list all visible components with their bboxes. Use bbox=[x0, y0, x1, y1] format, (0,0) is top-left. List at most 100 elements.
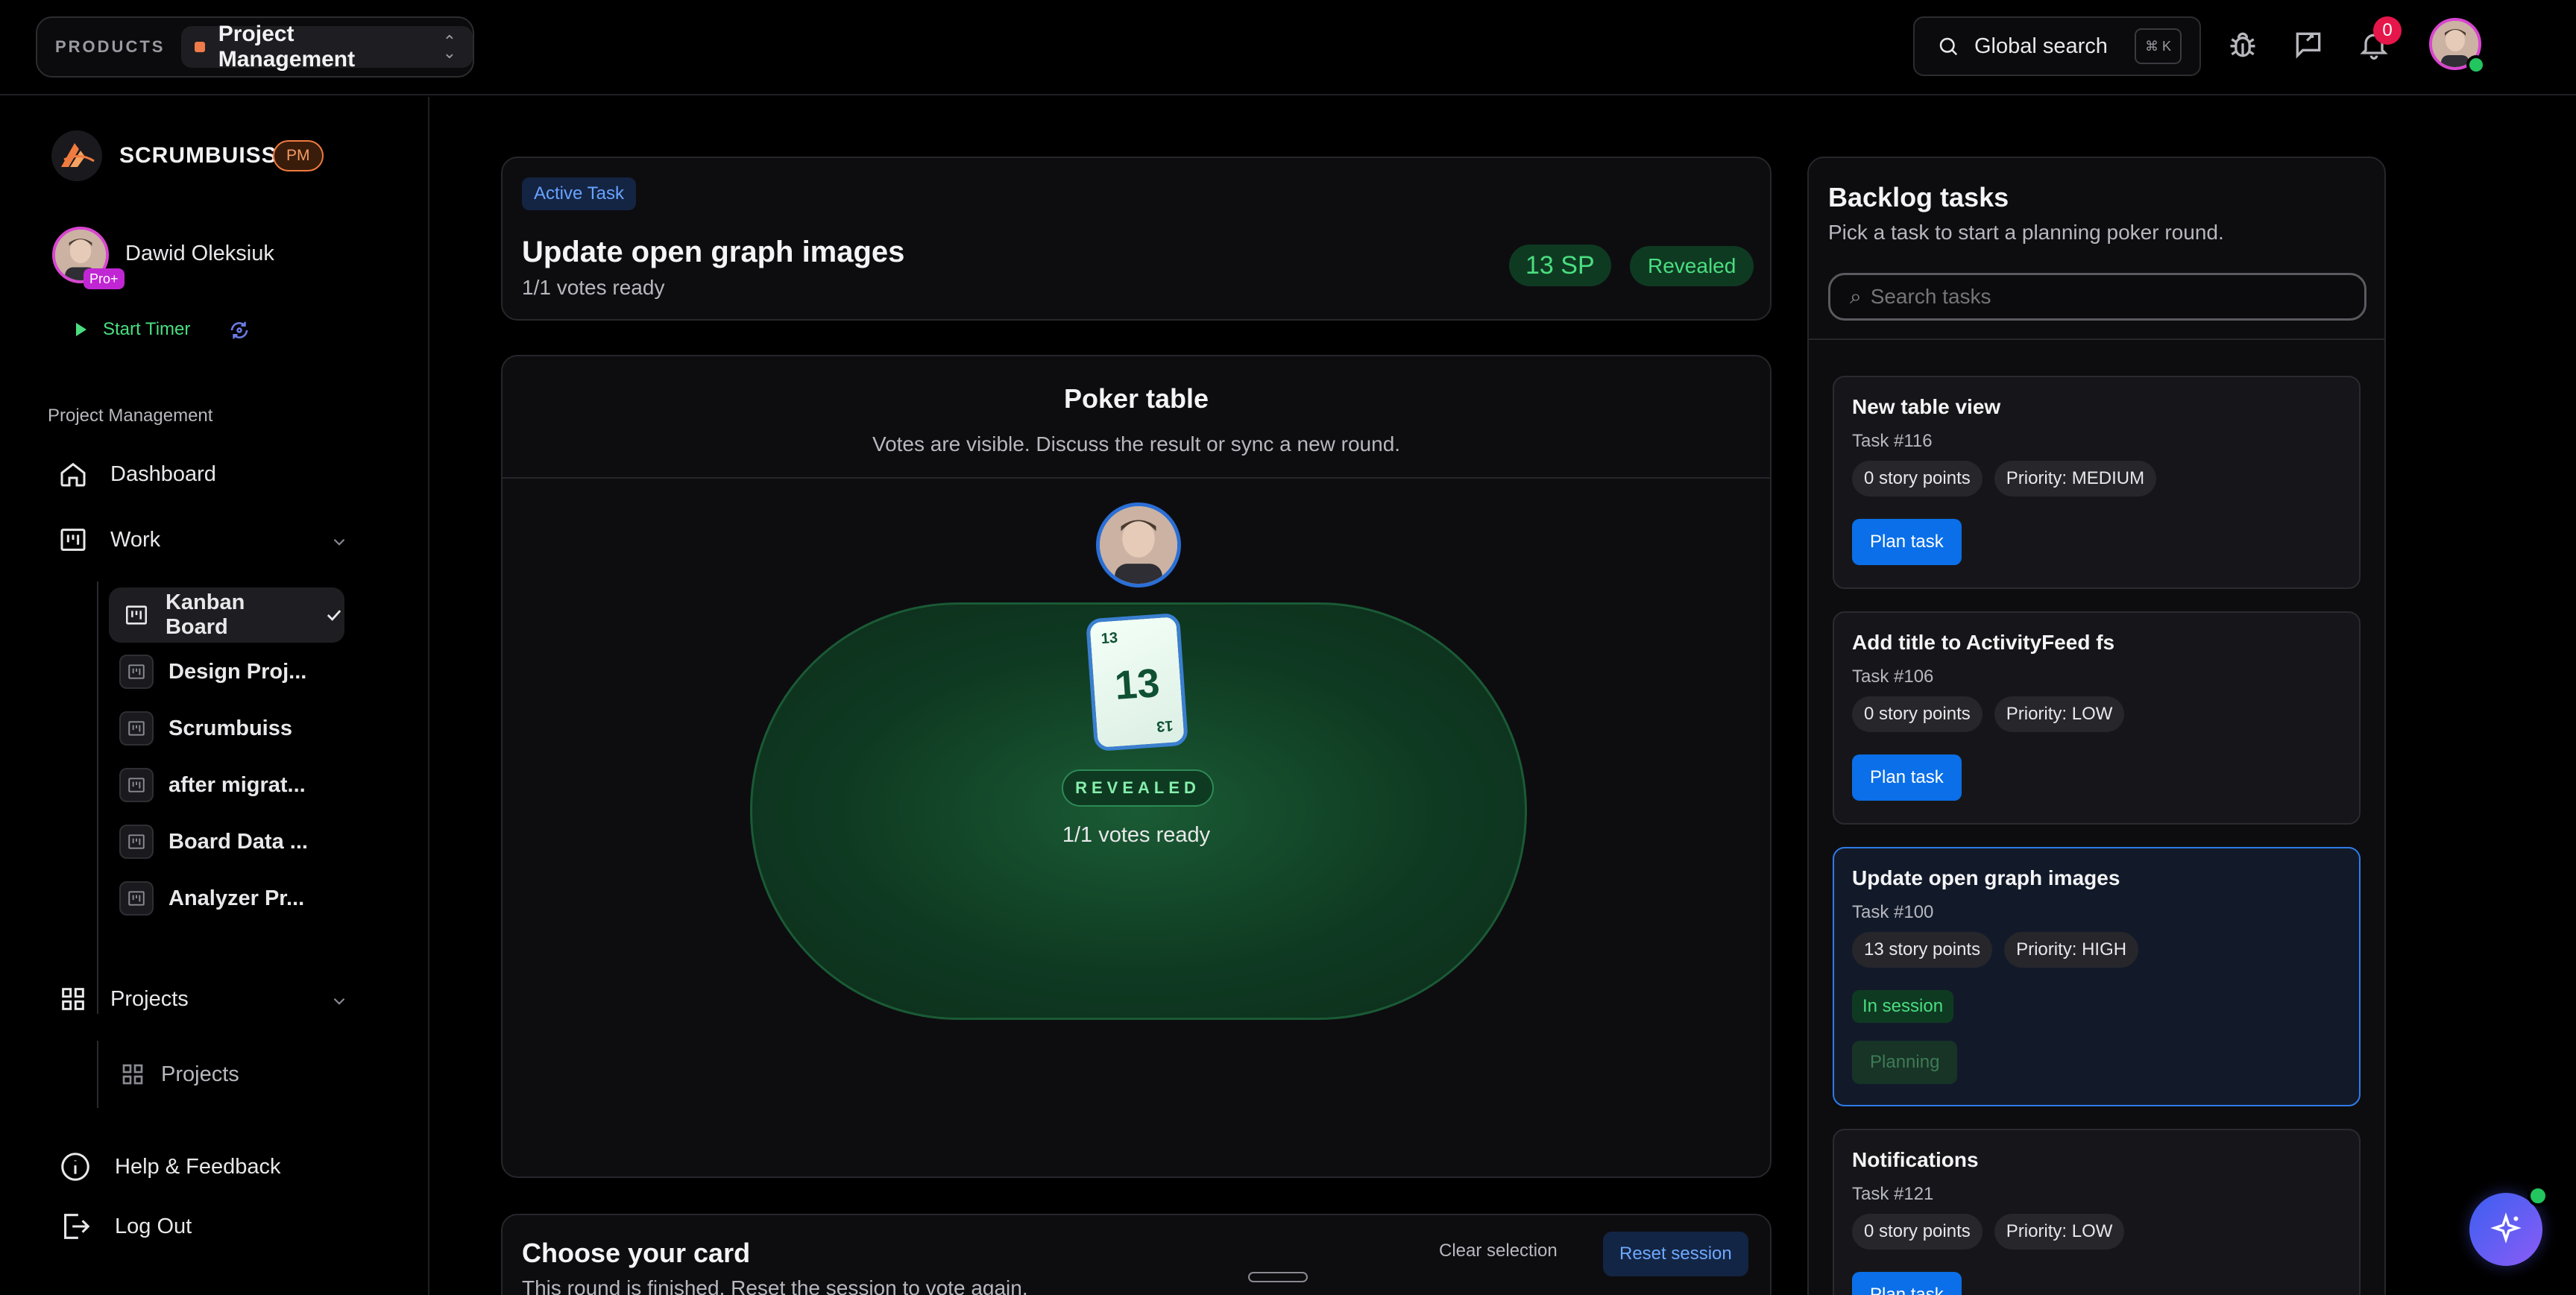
story-points-tag: 13 story points bbox=[1852, 932, 1993, 968]
brand-logo-icon bbox=[51, 130, 102, 181]
avatar-face-icon bbox=[1100, 506, 1177, 584]
plan-task-button[interactable]: Plan task bbox=[1852, 754, 1962, 801]
nav-work[interactable]: Work bbox=[58, 525, 160, 555]
plan-badge: Pro+ bbox=[84, 268, 125, 289]
backlog-search[interactable]: ⌕ bbox=[1828, 273, 2366, 321]
backlog-task-card[interactable]: New table view Task #116 0 story points … bbox=[1833, 376, 2361, 589]
sidebar-item-after-migration[interactable]: after migrat... bbox=[109, 757, 306, 813]
nav-help-feedback[interactable]: Help & Feedback bbox=[58, 1150, 280, 1184]
nav-projects[interactable]: Projects bbox=[58, 984, 189, 1014]
sidebar-item-kanban-board[interactable]: Kanban Board bbox=[109, 587, 344, 643]
sparkle-icon bbox=[2490, 1212, 2522, 1244]
nav-logout-label: Log Out bbox=[115, 1214, 192, 1238]
plan-task-button[interactable]: Plan task bbox=[1852, 1272, 1962, 1295]
home-icon bbox=[60, 462, 86, 487]
poker-table-subtitle: Votes are visible. Discuss the result or… bbox=[872, 432, 1401, 456]
sync-icon[interactable] bbox=[228, 319, 251, 341]
priority-tag: Priority: LOW bbox=[1994, 696, 2125, 732]
priority-tag: Priority: HIGH bbox=[2004, 932, 2139, 968]
tree-guide-line bbox=[97, 582, 98, 1014]
clear-selection-button[interactable]: Clear selection bbox=[1439, 1241, 1558, 1261]
active-task-title: Update open graph images bbox=[522, 236, 905, 268]
status-badge: Revealed bbox=[1630, 246, 1754, 286]
assistant-status-dot bbox=[2528, 1185, 2548, 1206]
sidebar-item-scrumbuiss[interactable]: Scrumbuiss bbox=[109, 701, 292, 756]
task-title: Update open graph images bbox=[1852, 866, 2120, 889]
card-corner-value: 13 bbox=[1156, 716, 1174, 735]
sidebar-item-analyzer[interactable]: Analyzer Pr... bbox=[109, 871, 304, 926]
player-avatar bbox=[1096, 502, 1181, 587]
board-icon bbox=[119, 655, 154, 689]
choose-card-subtitle: This round is finished. Reset the sessio… bbox=[522, 1276, 1028, 1295]
backlog-subtitle: Pick a task to start a planning poker ro… bbox=[1828, 221, 2224, 244]
poker-table-title: Poker table bbox=[1063, 383, 1209, 414]
planning-button[interactable]: Planning bbox=[1852, 1041, 1958, 1084]
backlog-panel: Backlog tasks Pick a task to start a pla… bbox=[1807, 157, 2386, 1295]
nav-logout[interactable]: Log Out bbox=[58, 1209, 192, 1244]
products-label: PRODUCTS bbox=[55, 37, 166, 56]
product-name: Project Management bbox=[218, 22, 356, 72]
task-title: New table view bbox=[1852, 395, 2001, 418]
global-search-label: Global search bbox=[1974, 34, 2108, 58]
sidebar-item-label: Design Proj... bbox=[169, 659, 307, 684]
nav-work-label: Work bbox=[110, 527, 161, 552]
plan-task-button[interactable]: Plan task bbox=[1852, 519, 1962, 565]
task-title: Notifications bbox=[1852, 1148, 1979, 1171]
sidebar-item-label: Projects bbox=[161, 1062, 239, 1086]
backlog-title: Backlog tasks bbox=[1828, 182, 2009, 212]
active-task-card: Active Task Update open graph images 1/1… bbox=[501, 157, 1772, 321]
board-icon bbox=[119, 881, 154, 916]
divider bbox=[503, 477, 1770, 479]
story-points-tag: 0 story points bbox=[1852, 696, 1983, 732]
start-timer-label: Start Timer bbox=[103, 319, 191, 339]
chevron-down-icon[interactable] bbox=[330, 992, 349, 1011]
active-task-chip: Active Task bbox=[522, 177, 636, 210]
feedback-icon[interactable] bbox=[2292, 28, 2325, 61]
story-points-tag: 0 story points bbox=[1852, 1214, 1983, 1250]
task-id: Task #106 bbox=[1852, 667, 1934, 687]
vote-card: 13 13 13 bbox=[1085, 612, 1189, 752]
user-name: Dawid Oleksiuk bbox=[125, 242, 274, 265]
product-color-dot bbox=[195, 42, 205, 52]
scroll-handle[interactable] bbox=[1248, 1272, 1308, 1282]
logout-icon bbox=[64, 1214, 90, 1239]
card-corner-value: 13 bbox=[1100, 629, 1118, 648]
sidebar-item-projects[interactable]: Projects bbox=[109, 1047, 239, 1102]
backlog-task-card[interactable]: Add title to ActivityFeed fs Task #106 0… bbox=[1833, 611, 2361, 825]
sidebar-item-label: after migrat... bbox=[169, 772, 306, 797]
revealed-badge: REVEALED bbox=[1062, 769, 1214, 807]
board-icon bbox=[119, 768, 154, 802]
bug-icon[interactable] bbox=[2226, 28, 2259, 61]
nav-dashboard[interactable]: Dashboard bbox=[58, 459, 216, 489]
play-icon bbox=[76, 323, 86, 336]
choose-card-panel: Choose your card This round is finished.… bbox=[501, 1214, 1772, 1295]
poker-table-panel: Poker table Votes are visible. Discuss t… bbox=[501, 355, 1772, 1178]
reset-session-button[interactable]: Reset session bbox=[1603, 1232, 1748, 1276]
top-bar: PRODUCTS Project Management ⌃ ⌄ Global se… bbox=[0, 0, 2576, 95]
chevron-down-icon[interactable] bbox=[330, 532, 349, 552]
product-selector[interactable]: Project Management ⌃ ⌄ bbox=[181, 22, 473, 72]
story-points-tag: 0 story points bbox=[1852, 461, 1983, 497]
notification-count-badge: 0 bbox=[2373, 16, 2402, 45]
board-icon bbox=[119, 598, 154, 632]
sidebar-item-design-project[interactable]: Design Proj... bbox=[109, 644, 306, 699]
grid-icon bbox=[122, 1064, 143, 1085]
task-id: Task #100 bbox=[1852, 902, 1934, 922]
board-icon bbox=[119, 711, 154, 746]
backlog-task-card-selected[interactable]: Update open graph images Task #100 13 st… bbox=[1833, 847, 2361, 1106]
product-switcher[interactable]: PRODUCTS Project Management ⌃ ⌄ bbox=[36, 16, 474, 78]
nav-projects-label: Projects bbox=[110, 986, 189, 1011]
priority-tag: Priority: LOW bbox=[1994, 1214, 2125, 1250]
task-id: Task #116 bbox=[1852, 431, 1933, 451]
sidebar-item-board-data[interactable]: Board Data ... bbox=[109, 814, 308, 869]
chevron-up-down-icon: ⌃ ⌄ bbox=[442, 31, 456, 62]
shortcut-hint: ⌘ K bbox=[2134, 28, 2182, 64]
sidebar-item-label: Scrumbuiss bbox=[169, 716, 292, 740]
task-title: Add title to ActivityFeed fs bbox=[1852, 631, 2115, 654]
global-search-button[interactable]: Global search ⌘ K bbox=[1913, 16, 2201, 76]
brand-name: SCRUMBUISS bbox=[119, 143, 277, 168]
search-icon bbox=[1939, 37, 1958, 56]
backlog-search-input[interactable] bbox=[1870, 285, 2348, 309]
start-timer-button[interactable]: Start Timer bbox=[76, 319, 190, 340]
backlog-task-card[interactable]: Notifications Task #121 0 story points P… bbox=[1833, 1129, 2361, 1295]
